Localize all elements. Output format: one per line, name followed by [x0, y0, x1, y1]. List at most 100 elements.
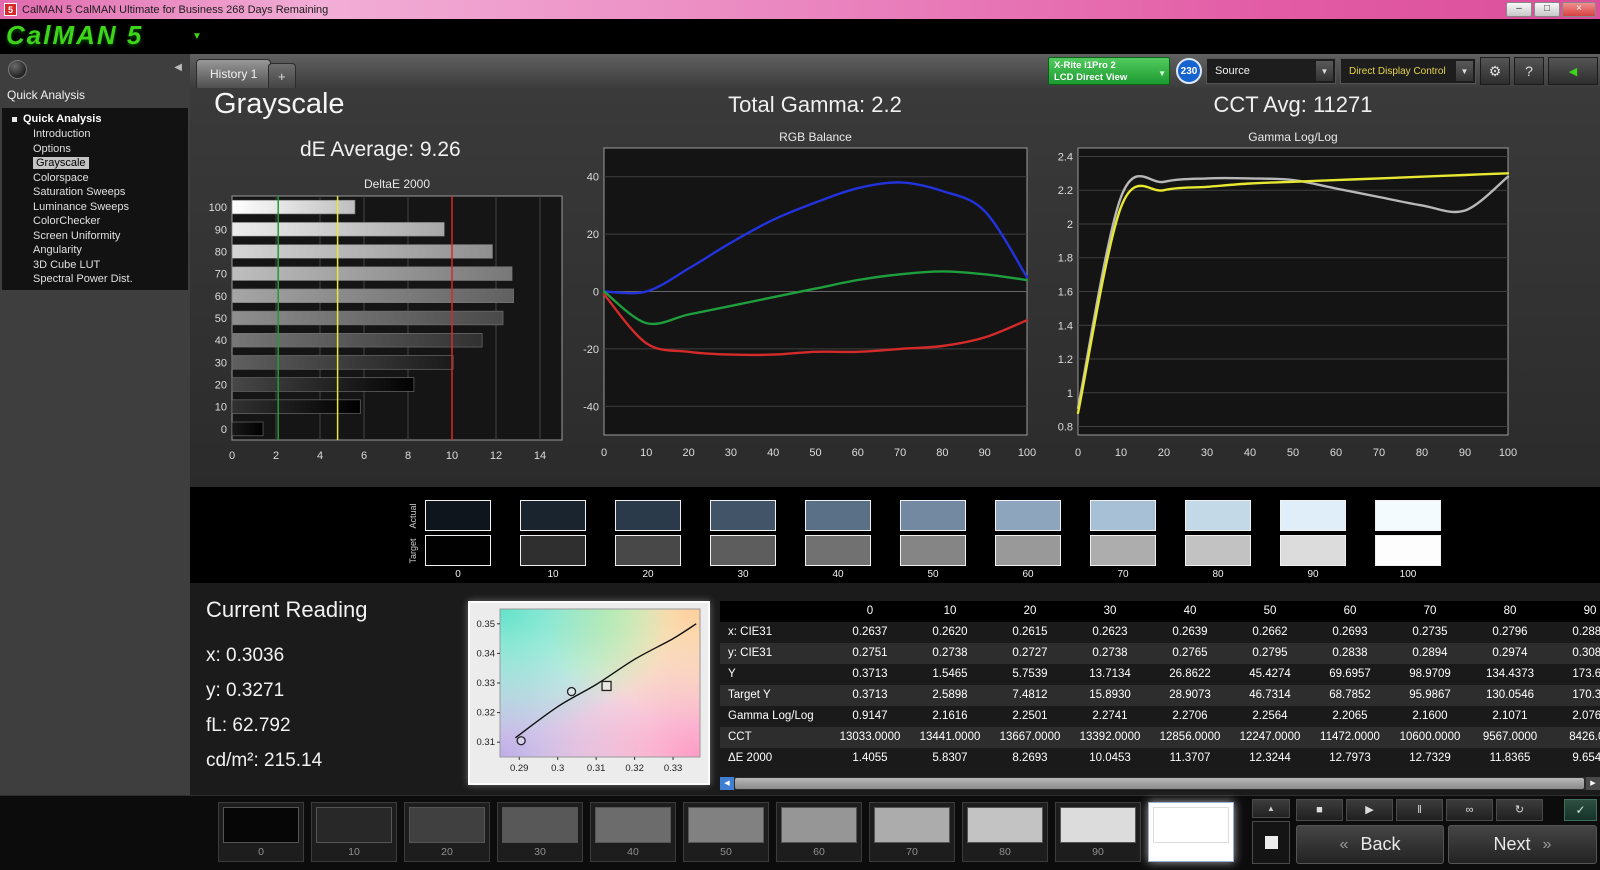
target-swatch-90 — [1280, 535, 1346, 566]
svg-text:0.31: 0.31 — [587, 763, 606, 774]
history-tab[interactable]: History 1 — [196, 59, 271, 88]
sidebar-options-button[interactable] — [8, 60, 27, 79]
display-control-select[interactable]: Direct Display Control ▼ — [1340, 58, 1476, 84]
table-cell: 2.5898 — [910, 685, 990, 706]
sidebar-item-spectral-power-dist[interactable]: Spectral Power Dist. — [2, 272, 188, 287]
calman-logo: CalMAN 5 — [6, 20, 143, 51]
svg-text:40: 40 — [587, 172, 599, 184]
sidebar-item-saturation-sweeps[interactable]: Saturation Sweeps — [2, 185, 188, 200]
continuous-button[interactable]: ∞ — [1446, 799, 1493, 821]
table-cell: 0.2838 — [1310, 643, 1390, 664]
svg-text:100: 100 — [1499, 447, 1517, 459]
pause-button[interactable]: ‖ — [1396, 799, 1443, 821]
help-button[interactable]: ? — [1514, 57, 1544, 85]
next-button[interactable]: Next » — [1448, 825, 1597, 864]
sidebar-item-luminance-sweeps[interactable]: Luminance Sweeps — [2, 200, 188, 215]
table-row: ΔE 20001.40555.83078.269310.045311.37071… — [720, 748, 1600, 769]
scroll-left-button[interactable]: ◀ — [720, 777, 734, 790]
level-patch-60[interactable]: 60 — [776, 802, 862, 862]
svg-text:0: 0 — [229, 450, 235, 462]
svg-text:70: 70 — [1373, 447, 1385, 459]
stop-button[interactable]: ■ — [1296, 799, 1343, 821]
swatch-level-label: 30 — [710, 569, 776, 580]
svg-text:50: 50 — [1287, 447, 1299, 459]
svg-text:10: 10 — [446, 450, 458, 462]
table-cell: 5.7539 — [990, 664, 1070, 685]
table-cell: 0.2662 — [1230, 622, 1310, 643]
sidebar-root-quick-analysis[interactable]: Quick Analysis — [2, 112, 188, 127]
table-row-label: ΔE 2000 — [720, 748, 830, 769]
sidebar-collapse-icon[interactable]: ◀ — [174, 62, 182, 73]
level-patch-40[interactable]: 40 — [590, 802, 676, 862]
page-title: Grayscale — [214, 88, 345, 121]
svg-text:0: 0 — [593, 287, 599, 299]
chevron-down-icon: ▼ — [1456, 61, 1473, 81]
restore-button[interactable]: □ — [1534, 2, 1560, 17]
actual-swatch-100 — [1375, 500, 1441, 531]
app-icon: 5 — [4, 3, 17, 16]
cct-avg-label: CCT Avg: 11271 — [1168, 92, 1418, 118]
sidebar-item-3d-cube-lut[interactable]: 3D Cube LUT — [2, 258, 188, 273]
sidebar-item-colorspace[interactable]: Colorspace — [2, 171, 188, 186]
level-patch-100[interactable]: 100 — [1148, 802, 1234, 862]
minimize-button[interactable]: – — [1506, 2, 1532, 17]
level-patch-90[interactable]: 90 — [1055, 802, 1141, 862]
reading-badge: 230 — [1176, 58, 1202, 84]
rgb-balance-chart: RGB Balance-40-2002040010203040506070809… — [574, 130, 1039, 465]
meter-select-button[interactable]: X-Rite i1Pro 2 LCD Direct View ▼ — [1048, 57, 1170, 85]
level-patch-30[interactable]: 30 — [497, 802, 583, 862]
stop-measure-button[interactable] — [1252, 821, 1290, 864]
source-select[interactable]: Source ▼ — [1206, 58, 1336, 84]
tree-expand-icon[interactable] — [12, 117, 17, 122]
actual-swatch-10 — [520, 500, 586, 531]
swatch-level-label: 0 — [425, 569, 491, 580]
patch-swatch — [688, 807, 764, 843]
accept-button[interactable]: ✓ — [1564, 799, 1597, 821]
level-patch-70[interactable]: 70 — [869, 802, 955, 862]
svg-text:40: 40 — [215, 335, 227, 347]
add-tab-button[interactable]: + — [268, 63, 296, 88]
table-hscrollbar[interactable]: ◀ ▶ — [720, 777, 1600, 790]
table-cell: 2.0762 — [1550, 706, 1600, 727]
meter-mode-label: LCD Direct View — [1054, 72, 1153, 84]
target-swatch-80 — [1185, 535, 1251, 566]
table-cell: 12247.0000 — [1230, 727, 1310, 748]
sidebar-item-introduction[interactable]: Introduction — [2, 127, 188, 142]
svg-text:Gamma Log/Log: Gamma Log/Log — [1248, 130, 1337, 144]
level-patch-20[interactable]: 20 — [404, 802, 490, 862]
table-cell: 0.2765 — [1150, 643, 1230, 664]
logo-dropdown-icon[interactable]: ▼ — [192, 31, 202, 42]
analysis-pane: Grayscale dE Average: 9.26 Total Gamma: … — [190, 88, 1600, 487]
level-patch-80[interactable]: 80 — [962, 802, 1048, 862]
table-row-label: CCT — [720, 727, 830, 748]
table-cell: 10600.0000 — [1390, 727, 1470, 748]
level-patch-10[interactable]: 10 — [311, 802, 397, 862]
close-button[interactable]: × — [1562, 2, 1596, 17]
table-cell: 2.2706 — [1150, 706, 1230, 727]
collapse-panel-button[interactable]: ◀ — [1548, 57, 1598, 85]
svg-text:90: 90 — [1459, 447, 1471, 459]
expand-button[interactable]: ▲ — [1252, 799, 1290, 818]
scroll-right-button[interactable]: ▶ — [1586, 777, 1600, 790]
table-cell: 46.7314 — [1230, 685, 1310, 706]
sidebar-item-screen-uniformity[interactable]: Screen Uniformity — [2, 229, 188, 244]
table-row-label: x: CIE31 — [720, 622, 830, 643]
back-button[interactable]: « Back — [1296, 825, 1444, 864]
settings-button[interactable]: ⚙ — [1480, 57, 1510, 85]
sidebar-item-angularity[interactable]: Angularity — [2, 243, 188, 258]
level-patch-50[interactable]: 50 — [683, 802, 769, 862]
sidebar-item-grayscale[interactable]: Grayscale — [2, 156, 188, 171]
level-patch-0[interactable]: 0 — [218, 802, 304, 862]
play-button[interactable]: ▶ — [1346, 799, 1393, 821]
sidebar-item-colorchecker[interactable]: ColorChecker — [2, 214, 188, 229]
table-row-label: Target Y — [720, 685, 830, 706]
table-cell: 12.7329 — [1390, 748, 1470, 769]
source-label: Source — [1215, 65, 1250, 77]
loop-button[interactable]: ↻ — [1496, 799, 1543, 821]
scroll-thumb[interactable] — [735, 778, 1584, 789]
table-header-row: 0102030405060708090 — [720, 601, 1600, 622]
svg-text:50: 50 — [215, 313, 227, 325]
svg-text:0.33: 0.33 — [477, 678, 496, 689]
sidebar-item-options[interactable]: Options — [2, 142, 188, 157]
svg-text:90: 90 — [215, 224, 227, 236]
